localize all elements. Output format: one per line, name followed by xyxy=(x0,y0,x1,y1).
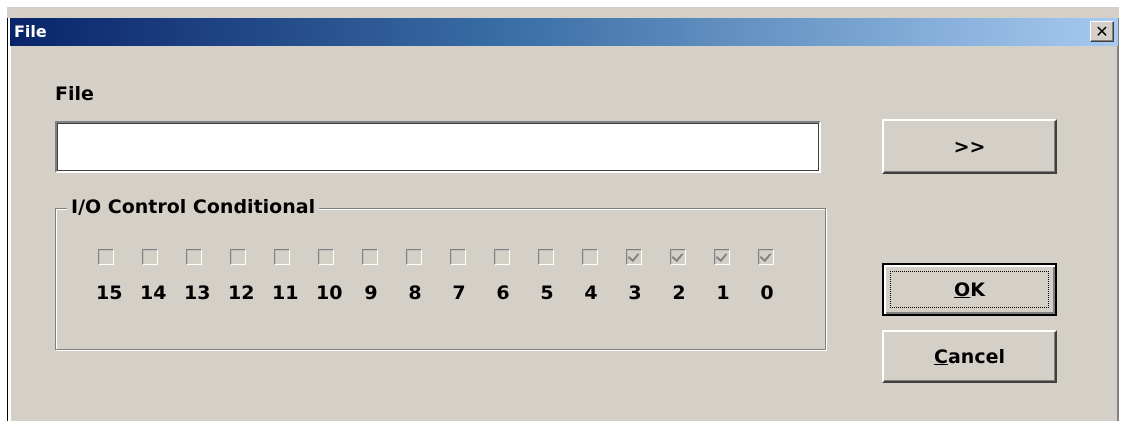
io-bit-14[interactable]: 14 xyxy=(140,249,170,309)
io-bit-checkbox[interactable] xyxy=(98,249,114,265)
io-bit-label: 0 xyxy=(760,282,774,304)
io-bit-9[interactable]: 9 xyxy=(360,249,390,309)
io-bit-label: 7 xyxy=(452,282,466,304)
io-bit-checkbox[interactable] xyxy=(714,249,730,265)
window-edge-right xyxy=(1117,18,1119,421)
io-bit-checkbox[interactable] xyxy=(538,249,554,265)
io-bit-checkbox[interactable] xyxy=(318,249,334,265)
io-bit-0[interactable]: 0 xyxy=(756,249,786,309)
io-bit-label: 10 xyxy=(316,282,343,304)
io-bit-13[interactable]: 13 xyxy=(184,249,214,309)
io-bit-15[interactable]: 15 xyxy=(96,249,126,309)
io-bit-2[interactable]: 2 xyxy=(668,249,698,309)
io-bit-label: 1 xyxy=(716,282,730,304)
browse-button[interactable]: >> xyxy=(882,119,1057,174)
window-edge xyxy=(7,18,11,421)
file-label: File xyxy=(55,83,94,105)
io-control-group-title: I/O Control Conditional xyxy=(67,196,320,218)
file-path-input[interactable] xyxy=(55,121,821,173)
io-bit-12[interactable]: 12 xyxy=(228,249,258,309)
io-bit-1[interactable]: 1 xyxy=(712,249,742,309)
io-bit-checkbox[interactable] xyxy=(186,249,202,265)
io-bit-checkbox[interactable] xyxy=(758,249,774,265)
io-bit-checkbox[interactable] xyxy=(142,249,158,265)
ok-button[interactable]: OK xyxy=(882,263,1057,316)
io-bit-label: 12 xyxy=(228,282,255,304)
io-bit-label: 3 xyxy=(628,282,642,304)
io-bit-checkbox[interactable] xyxy=(230,249,246,265)
io-bit-7[interactable]: 7 xyxy=(448,249,478,309)
browse-button-label: >> xyxy=(953,135,986,158)
io-bit-3[interactable]: 3 xyxy=(624,249,654,309)
io-bit-label: 11 xyxy=(272,282,299,304)
io-bit-label: 4 xyxy=(584,282,598,304)
io-bit-label: 2 xyxy=(672,282,686,304)
io-bit-checkbox[interactable] xyxy=(494,249,510,265)
io-bit-checkbox[interactable] xyxy=(670,249,686,265)
io-bit-label: 5 xyxy=(540,282,554,304)
cancel-button-label: Cancel xyxy=(934,345,1005,368)
io-bit-5[interactable]: 5 xyxy=(536,249,566,309)
io-bit-label: 8 xyxy=(408,282,422,304)
io-bit-checkbox[interactable] xyxy=(362,249,378,265)
focus-rect xyxy=(890,271,1049,308)
io-bit-checkbox[interactable] xyxy=(450,249,466,265)
io-bit-11[interactable]: 11 xyxy=(272,249,302,309)
io-bit-checkbox-row: 15 14 13 12 11 10 9 8 7 6 5 4 3 2 1 0 xyxy=(96,249,796,309)
io-bit-label: 14 xyxy=(140,282,167,304)
io-bit-label: 13 xyxy=(184,282,211,304)
cancel-button[interactable]: Cancel xyxy=(882,330,1057,383)
io-bit-10[interactable]: 10 xyxy=(316,249,346,309)
io-bit-label: 15 xyxy=(96,282,123,304)
io-bit-4[interactable]: 4 xyxy=(580,249,610,309)
io-bit-checkbox[interactable] xyxy=(406,249,422,265)
close-button[interactable]: ✕ xyxy=(1090,21,1114,42)
close-icon: ✕ xyxy=(1095,22,1109,41)
io-bit-label: 9 xyxy=(364,282,378,304)
io-bit-checkbox[interactable] xyxy=(274,249,290,265)
title-bar[interactable]: File ✕ xyxy=(10,18,1118,46)
io-bit-6[interactable]: 6 xyxy=(492,249,522,309)
io-bit-label: 6 xyxy=(496,282,510,304)
window-title: File xyxy=(14,22,47,41)
io-bit-8[interactable]: 8 xyxy=(404,249,434,309)
io-bit-checkbox[interactable] xyxy=(626,249,642,265)
io-bit-checkbox[interactable] xyxy=(582,249,598,265)
